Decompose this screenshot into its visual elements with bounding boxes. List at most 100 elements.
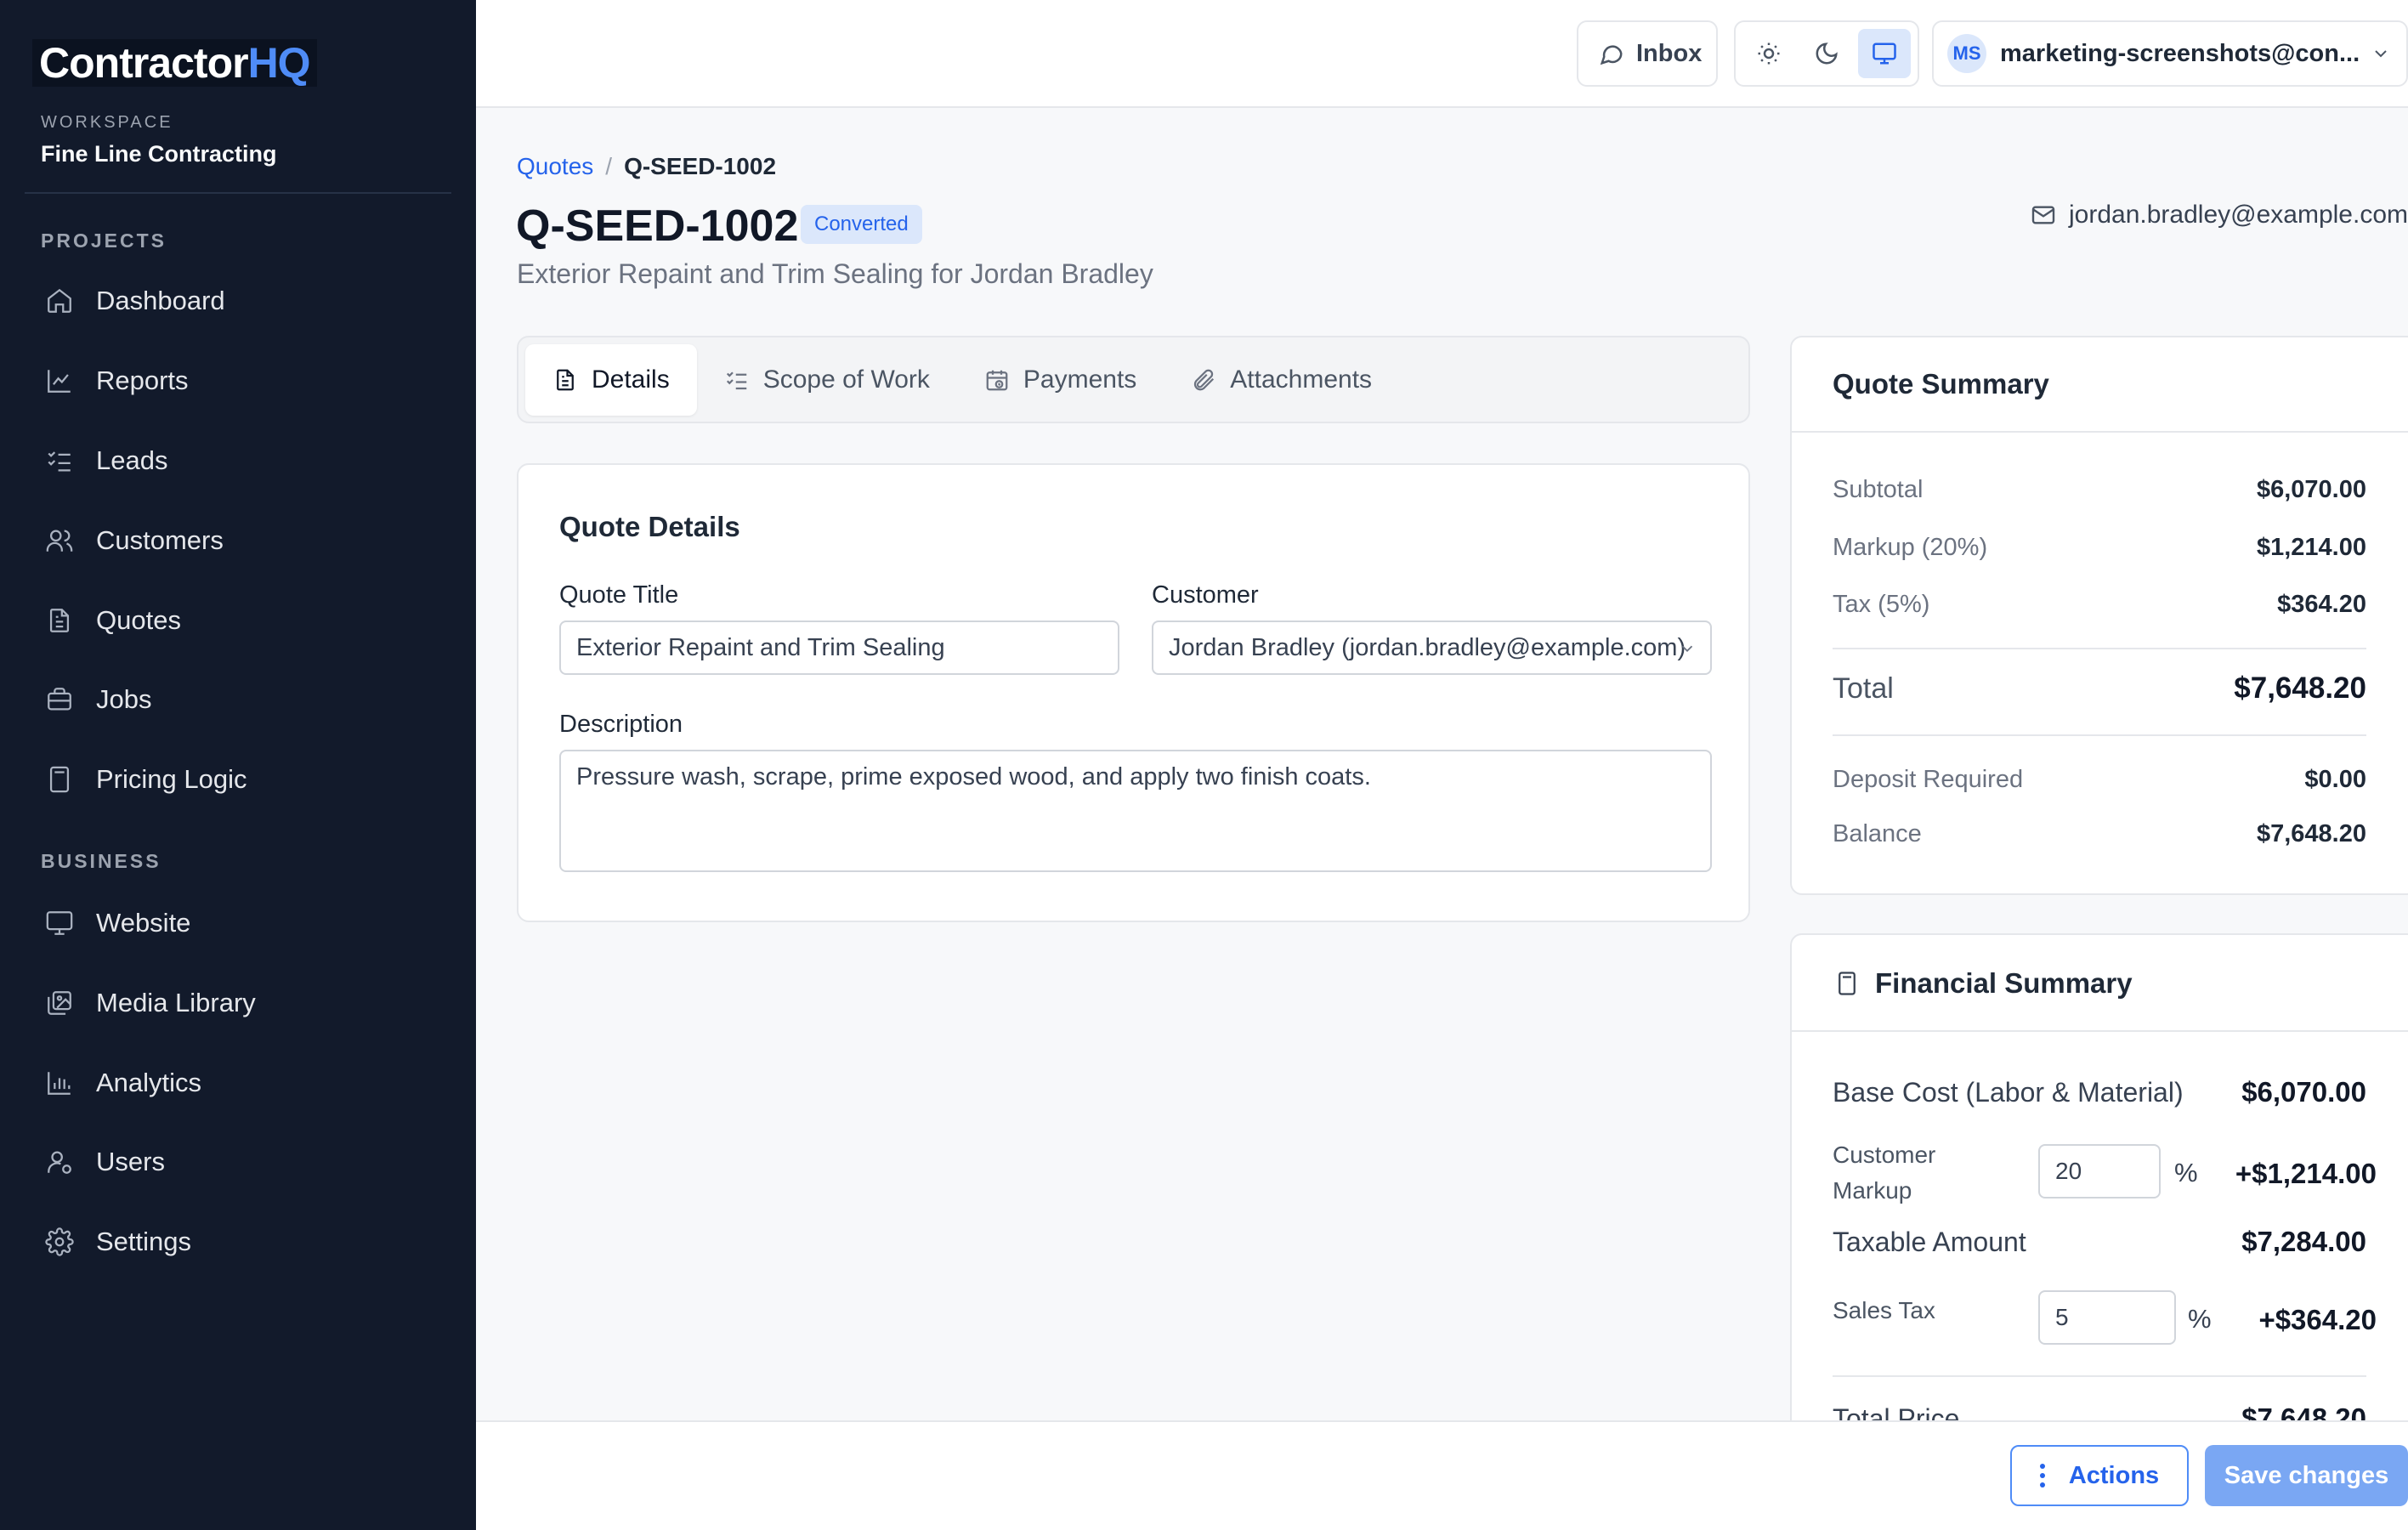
list-checks-icon xyxy=(726,371,746,389)
briefcase-icon xyxy=(48,688,71,711)
sidebar-item-label: Quotes xyxy=(96,605,181,635)
user-menu-button[interactable]: MS marketing-screenshots@con... xyxy=(1932,20,2408,87)
quote-title-input[interactable]: Exterior Repaint and Trim Sealing xyxy=(559,620,1119,675)
tab-label: Attachments xyxy=(1230,365,1373,394)
save-changes-button[interactable]: Save changes xyxy=(2205,1445,2408,1506)
tax-percent-sign: % xyxy=(2188,1304,2212,1334)
summary-divider xyxy=(1833,648,2366,649)
base-cost-label: Base Cost (Labor & Material) xyxy=(1833,1076,2184,1108)
balance-value: $7,648.20 xyxy=(2256,820,2366,847)
bar-chart-icon xyxy=(48,1072,71,1095)
breadcrumb: Quotes / Q-SEED-1002 xyxy=(517,153,776,180)
sidebar-item-media-library[interactable]: Media Library xyxy=(25,971,451,1035)
tab-payments[interactable]: Payments xyxy=(957,344,1164,416)
list-checks-icon xyxy=(48,451,71,472)
total-value: $7,648.20 xyxy=(2234,672,2366,705)
images-icon xyxy=(48,991,71,1015)
user-email: marketing-screenshots@con... xyxy=(2000,39,2360,67)
sidebar-item-label: Reports xyxy=(96,366,189,395)
sidebar-item-jobs[interactable]: Jobs xyxy=(25,667,451,732)
dark-theme-button[interactable] xyxy=(1800,29,1853,78)
actions-button[interactable]: Actions xyxy=(2010,1445,2189,1506)
subtotal-label: Subtotal xyxy=(1833,476,1924,503)
quote-summary-card: Quote Summary Subtotal $6,070.00 Markup … xyxy=(1790,336,2408,895)
description-textarea[interactable]: Pressure wash, scrape, prime exposed woo… xyxy=(559,750,1712,872)
gear-icon xyxy=(45,1227,74,1256)
quote-title-label: Quote Title xyxy=(559,581,679,609)
calculator-icon xyxy=(1839,972,1856,995)
system-theme-button[interactable] xyxy=(1858,29,1911,78)
base-cost-row: Base Cost (Labor & Material) $6,070.00 xyxy=(1833,1076,2366,1108)
avatar: MS xyxy=(1947,34,1986,73)
sidebar-item-quotes[interactable]: Quotes xyxy=(25,588,451,653)
sidebar-item-reports[interactable]: Reports xyxy=(25,348,451,413)
theme-switcher xyxy=(1734,20,1919,87)
card-title: Quote Summary xyxy=(1833,368,2049,400)
tax-label: Tax (5%) xyxy=(1833,591,1930,618)
inbox-label: Inbox xyxy=(1636,39,1703,67)
sidebar-item-label: Jobs xyxy=(96,684,152,714)
light-theme-button[interactable] xyxy=(1742,29,1795,78)
tab-label: Details xyxy=(592,365,670,394)
tab-label: Payments xyxy=(1023,365,1137,394)
sidebar-item-users[interactable]: Users xyxy=(25,1130,451,1194)
sales-tax-percent-input[interactable]: 5 xyxy=(2038,1290,2176,1345)
sidebar-item-leads[interactable]: Leads xyxy=(25,428,451,493)
home-icon xyxy=(48,288,71,313)
sidebar: Contractor HQ WORKSPACE Fine Line Contrac… xyxy=(0,0,476,1530)
tab-attachments[interactable]: Attachments xyxy=(1164,344,1399,416)
brand-name-part1: Contractor xyxy=(39,39,249,87)
actions-label: Actions xyxy=(2068,1461,2160,1489)
customer-select[interactable]: Jordan Bradley (jordan.bradley@example.c… xyxy=(1152,620,1712,675)
file-text-icon xyxy=(557,369,574,390)
chevron-down-icon xyxy=(1681,645,1693,653)
brand-logo[interactable]: Contractor HQ xyxy=(32,39,317,87)
calculator-icon xyxy=(49,766,70,793)
summary-subtotal-row: Subtotal $6,070.00 xyxy=(1833,476,2366,504)
brand-name-part2: HQ xyxy=(247,39,311,87)
page-subtitle: Exterior Repaint and Trim Sealing for Jo… xyxy=(517,258,1153,289)
tax-value: $364.20 xyxy=(2277,591,2366,618)
calendar-clock-icon xyxy=(986,370,1008,390)
card-title: Financial Summary xyxy=(1834,967,2133,1000)
card-title: Quote Details xyxy=(559,511,740,542)
customer-email: jordan.bradley@example.com xyxy=(2069,201,2408,229)
sidebar-divider xyxy=(25,192,451,194)
sidebar-item-settings[interactable]: Settings xyxy=(25,1210,451,1274)
sidebar-item-dashboard[interactable]: Dashboard xyxy=(25,269,451,333)
sidebar-item-website[interactable]: Website xyxy=(25,891,451,955)
sun-icon xyxy=(1758,42,1780,65)
markup-percent-sign: % xyxy=(2174,1158,2198,1187)
top-bar: Inbox MS marketing-screenshots@con... xyxy=(476,0,2408,108)
sidebar-item-pricing-logic[interactable]: Pricing Logic xyxy=(25,747,451,812)
markup-percent-input[interactable]: 20 xyxy=(2038,1144,2161,1198)
quote-details-card: Quote Details Quote Title Exterior Repai… xyxy=(517,463,1750,922)
more-vertical-icon xyxy=(2039,1464,2045,1488)
tab-details[interactable]: Details xyxy=(525,343,697,416)
mail-icon xyxy=(2031,206,2055,224)
sidebar-item-label: Analytics xyxy=(96,1068,202,1097)
workspace-label: WORKSPACE xyxy=(41,113,173,132)
description-label: Description xyxy=(559,711,683,738)
sales-tax-amount: +$364.20 xyxy=(2258,1304,2377,1335)
financial-summary-title: Financial Summary xyxy=(1875,967,2133,999)
tab-scope-of-work[interactable]: Scope of Work xyxy=(697,344,957,416)
file-text-icon xyxy=(49,609,70,632)
chevron-down-icon xyxy=(2375,50,2387,58)
sidebar-item-analytics[interactable]: Analytics xyxy=(25,1051,451,1115)
customer-label: Customer xyxy=(1152,581,1259,609)
summary-total-row: Total $7,648.20 xyxy=(1833,672,2366,706)
customer-select-value: Jordan Bradley (jordan.bradley@example.c… xyxy=(1169,633,1686,661)
balance-label: Balance xyxy=(1833,820,1922,847)
summary-markup-row: Markup (20%) $1,214.00 xyxy=(1833,534,2366,562)
sidebar-item-label: Leads xyxy=(96,445,168,475)
taxable-amount-label: Taxable Amount xyxy=(1833,1226,2026,1257)
sidebar-item-customers[interactable]: Customers xyxy=(25,508,451,573)
summary-divider xyxy=(1833,734,2366,736)
breadcrumb-quotes-link[interactable]: Quotes xyxy=(517,153,593,180)
inbox-button[interactable]: Inbox xyxy=(1577,20,1718,87)
projects-section-label: PROJECTS xyxy=(41,230,167,252)
workspace-name[interactable]: Fine Line Contracting xyxy=(41,141,277,167)
customer-email-link[interactable]: jordan.bradley@example.com xyxy=(2030,201,2408,230)
sidebar-item-label: Users xyxy=(96,1147,165,1176)
